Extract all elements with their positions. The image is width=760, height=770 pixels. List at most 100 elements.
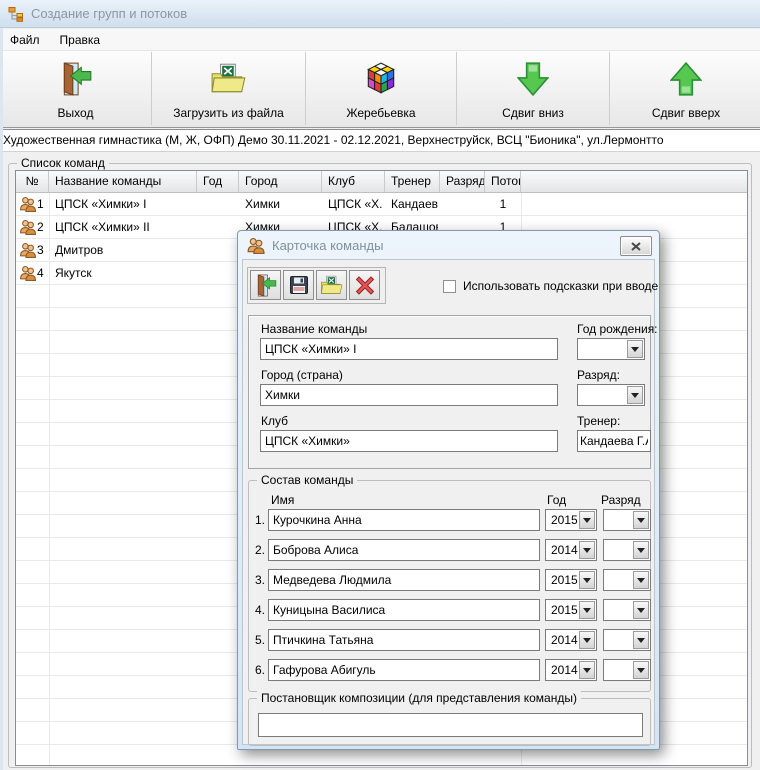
dropdown-button[interactable] [633,541,649,559]
composer-groupbox: Постановщик композиции (для представлени… [248,698,651,746]
city-input[interactable] [260,384,558,406]
toolbar: Выход Загрузить из файла [0,51,760,128]
team-number: 1 [37,197,44,211]
col-header-grade[interactable]: Разряд [440,171,485,192]
window-titlebar: Создание групп и потоков [0,0,760,28]
hints-checkbox-label: Использовать подсказки при вводе [463,279,658,293]
birth-year-combo[interactable] [577,338,645,360]
toolbar-button-label: Жеребьевка [346,106,415,120]
member-index: 5. [253,633,265,647]
col-header-stream[interactable]: Поток [485,171,521,192]
col-header-city[interactable]: Город [239,171,322,192]
chevron-down-icon [583,578,591,583]
member-name-input[interactable] [268,599,540,621]
menu-file[interactable]: Файл [0,30,50,50]
member-grade-combo[interactable] [603,539,651,561]
member-grade-combo[interactable] [603,659,651,681]
member-name-input[interactable] [268,539,540,561]
team-number: 2 [37,220,44,234]
team-city-cell: Химки [245,197,320,211]
member-name-input[interactable] [268,509,540,531]
col-header-num[interactable]: № [16,171,49,192]
shift-up-button[interactable]: Сдвиг вверх [610,52,760,125]
col-header-coach[interactable]: Тренер [385,171,440,192]
coach-input[interactable] [577,430,651,452]
roster-year-header: Год [547,493,566,507]
member-grade-combo[interactable] [603,569,651,591]
chevron-down-icon [583,518,591,523]
excel-folder-icon [210,52,248,106]
dropdown-button[interactable] [579,601,595,619]
shift-down-button[interactable]: Сдвиг вниз [457,52,610,125]
dropdown-button[interactable] [627,340,643,358]
member-year-combo[interactable]: 2014 [545,629,597,651]
team-name-input[interactable] [260,338,558,360]
member-index: 1. [253,513,265,527]
dropdown-button[interactable] [579,511,595,529]
roster-groupbox: Состав команды Имя Год Разряд 1. 2015 2. [248,480,651,692]
team-fields-panel: Название команды Год рождения: Город (ст… [248,315,651,469]
window-title: Создание групп и потоков [31,6,187,21]
dropdown-button[interactable] [579,541,595,559]
dropdown-button[interactable] [633,571,649,589]
member-name-input[interactable] [268,629,540,651]
window-frame-edge [0,28,3,770]
dropdown-button[interactable] [633,631,649,649]
save-button[interactable] [283,270,314,300]
exit-button[interactable]: Выход [0,52,152,125]
col-header-year[interactable]: Год [197,171,239,192]
close-icon [631,242,641,251]
toolbar-button-label: Загрузить из файла [173,106,284,120]
member-grade-combo[interactable] [603,509,651,531]
member-index: 4. [253,603,265,617]
team-name-cell: Дмитров [55,243,195,257]
member-year-combo[interactable]: 2015 [545,569,597,591]
club-input[interactable] [260,430,558,452]
dropdown-button[interactable] [579,571,595,589]
dropdown-button[interactable] [579,661,595,679]
delete-button[interactable] [349,270,380,300]
draw-lots-button[interactable]: Жеребьевка [306,52,457,125]
chevron-down-icon [583,638,591,643]
birth-year-label: Год рождения: [577,322,658,336]
toolbar-button-label: Сдвиг вверх [652,106,720,120]
delete-cross-icon [355,275,375,295]
member-year-combo[interactable]: 2014 [545,539,597,561]
dropdown-button[interactable] [633,601,649,619]
green-arrow-up-icon [670,52,702,106]
chevron-down-icon [583,608,591,613]
roster-grade-header: Разряд [601,493,641,507]
load-from-file-button[interactable]: Загрузить из файла [152,52,306,125]
member-year-combo[interactable]: 2015 [545,509,597,531]
menu-edit[interactable]: Правка [50,30,111,50]
member-grade-combo[interactable] [603,599,651,621]
col-header-club[interactable]: Клуб [322,171,385,192]
member-grade-combo[interactable] [603,629,651,651]
excel-folder-icon [320,275,344,296]
close-button[interactable] [620,236,652,256]
member-name-input[interactable] [268,659,540,681]
composer-input[interactable] [258,713,643,737]
menubar: Файл Правка [0,29,760,51]
team-number: 3 [37,243,44,257]
dialog-exit-button[interactable] [250,270,281,300]
grade-combo[interactable] [577,384,645,406]
combo-value: 2015 [551,513,578,527]
dropdown-button[interactable] [633,661,649,679]
dropdown-button[interactable] [633,511,649,529]
team-club-cell: ЦПСК «Х... [328,197,383,211]
member-year-combo[interactable]: 2015 [545,599,597,621]
combo-value: 2015 [551,573,578,587]
table-row[interactable]: 1 ЦПСК «Химки» I Химки ЦПСК «Х... Кандае… [16,193,747,216]
combo-value: 2014 [551,663,578,677]
member-index: 3. [253,573,265,587]
grade-label: Разряд: [577,368,620,382]
coach-label: Тренер: [577,414,620,428]
dialog-load-button[interactable] [316,270,347,300]
col-header-team-name[interactable]: Название команды [49,171,197,192]
dropdown-button[interactable] [579,631,595,649]
dropdown-button[interactable] [627,386,643,404]
member-year-combo[interactable]: 2014 [545,659,597,681]
member-name-input[interactable] [268,569,540,591]
hints-checkbox[interactable] [443,280,456,293]
